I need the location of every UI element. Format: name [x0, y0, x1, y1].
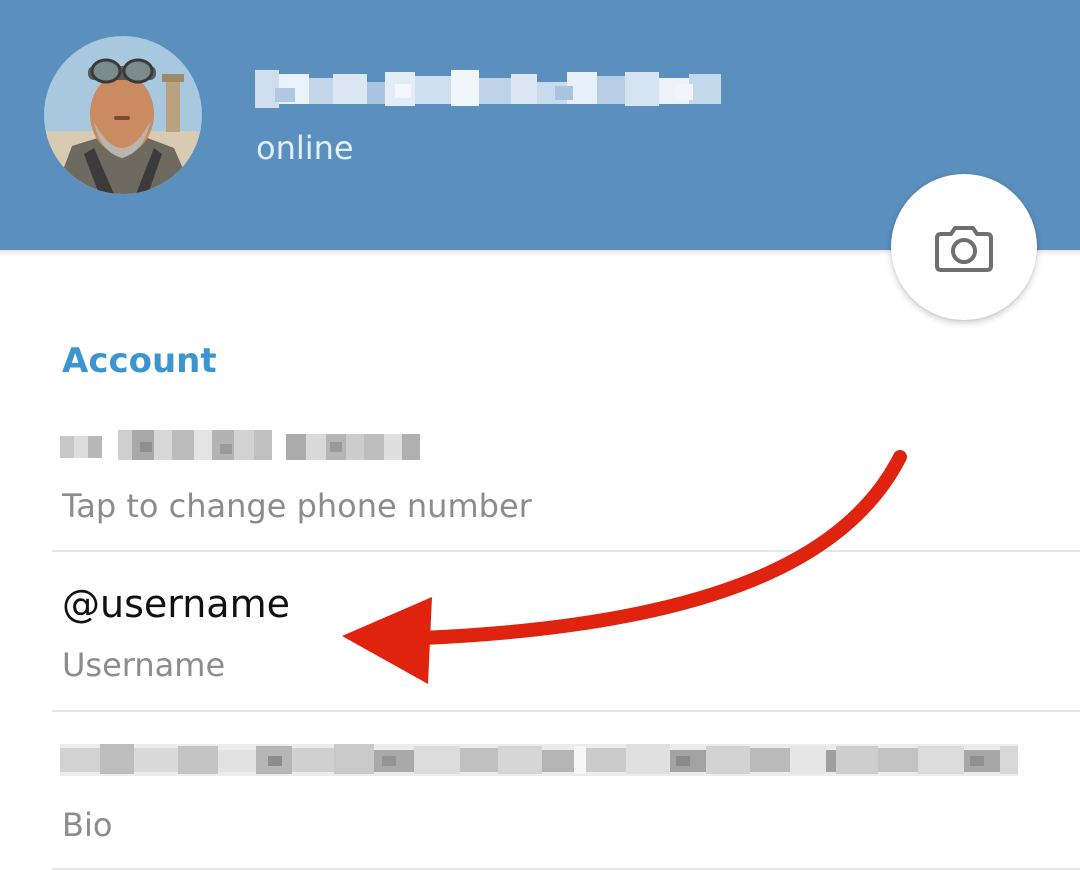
set-profile-photo-button[interactable] — [891, 174, 1037, 320]
username-subtitle: Username — [62, 646, 226, 684]
phone-number-redacted — [60, 422, 420, 468]
phone-subtitle: Tap to change phone number — [62, 487, 532, 525]
phone-row[interactable]: Tap to change phone number — [0, 400, 1080, 550]
profile-settings-screen: online Account Tap to change phone numbe… — [0, 0, 1080, 870]
online-status: online — [256, 129, 354, 167]
camera-icon — [935, 226, 993, 272]
account-section-title: Account — [62, 341, 217, 381]
bio-redacted — [60, 740, 1018, 780]
username-value: @username — [62, 582, 290, 626]
bio-subtitle: Bio — [62, 806, 113, 844]
bio-row[interactable]: Bio — [0, 712, 1080, 870]
display-name-redacted — [255, 66, 721, 112]
profile-avatar[interactable] — [44, 36, 202, 194]
username-row[interactable]: @username Username — [0, 552, 1080, 710]
